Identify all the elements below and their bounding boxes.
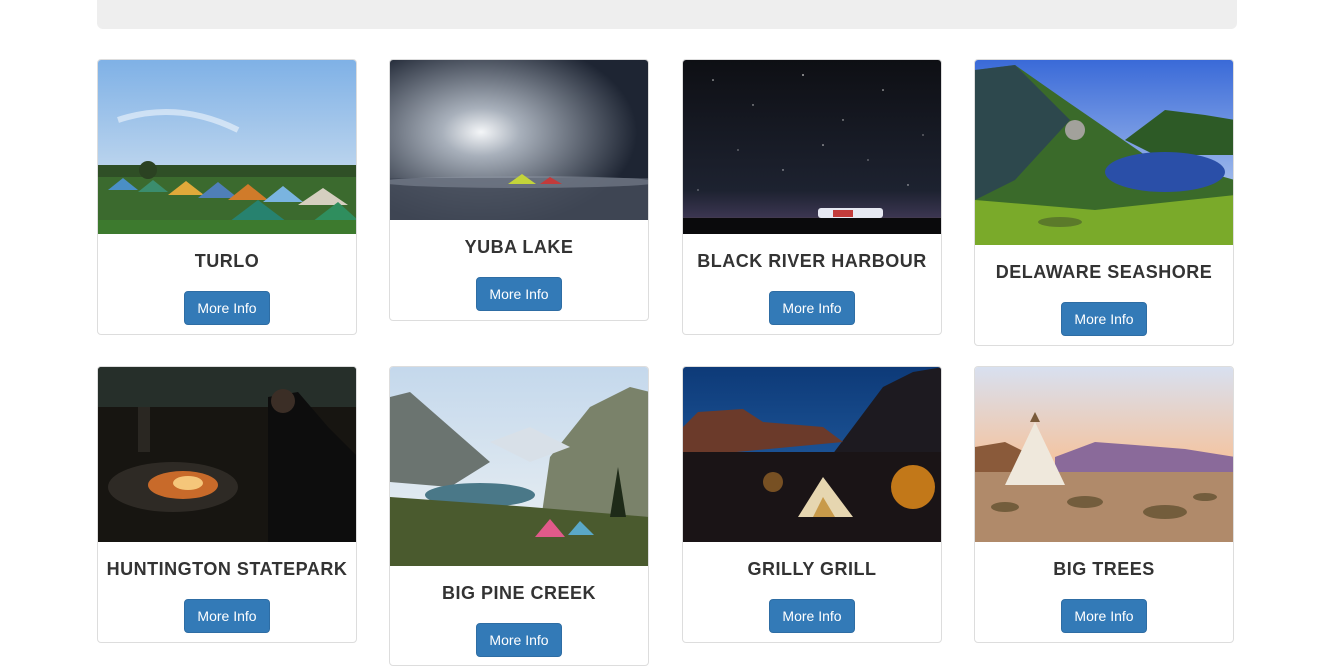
more-info-button[interactable]: More Info — [769, 291, 855, 325]
campground-card: TURLO More Info — [97, 59, 357, 335]
campground-card: YUBA LAKE More Info — [389, 59, 649, 321]
campground-card: BLACK RIVER HARBOUR More Info — [682, 59, 942, 335]
card-caption: BIG PINE CREEK More Info — [390, 566, 648, 657]
jumbotron-header — [97, 0, 1237, 29]
campground-image — [98, 60, 356, 234]
card-title: YUBA LAKE — [464, 237, 574, 257]
campground-card: BIG TREES More Info — [974, 366, 1234, 643]
campground-card: BIG PINE CREEK More Info — [389, 366, 649, 666]
more-info-button[interactable]: More Info — [184, 291, 270, 325]
card-caption: TURLO More Info — [98, 234, 356, 325]
card-caption: GRILLY GRILL More Info — [683, 542, 941, 633]
card-title: BIG TREES — [1053, 559, 1155, 579]
card-title: DELAWARE SEASHORE — [995, 262, 1213, 282]
more-info-button[interactable]: More Info — [769, 599, 855, 633]
card-caption: BLACK RIVER HARBOUR More Info — [683, 234, 941, 325]
card-title: BIG PINE CREEK — [441, 583, 597, 603]
card-title: TURLO — [194, 251, 260, 271]
campground-image — [683, 60, 941, 234]
card-caption: BIG TREES More Info — [975, 542, 1233, 633]
campground-card: DELAWARE SEASHORE More Info — [974, 59, 1234, 346]
campground-image — [683, 367, 941, 542]
card-title: HUNTINGTON STATEPARK — [106, 559, 348, 579]
card-caption: HUNTINGTON STATEPARK More Info — [98, 542, 356, 633]
campground-image — [390, 60, 648, 220]
card-caption: YUBA LAKE More Info — [390, 220, 648, 311]
card-title: BLACK RIVER HARBOUR — [697, 251, 927, 271]
campground-image — [390, 367, 648, 566]
more-info-button[interactable]: More Info — [1061, 599, 1147, 633]
card-caption: DELAWARE SEASHORE More Info — [975, 245, 1233, 336]
campground-card: GRILLY GRILL More Info — [682, 366, 942, 643]
more-info-button[interactable]: More Info — [1061, 302, 1147, 336]
card-title: GRILLY GRILL — [747, 559, 877, 579]
more-info-button[interactable]: More Info — [476, 277, 562, 311]
campground-card: HUNTINGTON STATEPARK More Info — [97, 366, 357, 643]
campground-image — [975, 367, 1233, 542]
campground-image — [975, 60, 1233, 245]
campground-image — [98, 367, 356, 542]
more-info-button[interactable]: More Info — [184, 599, 270, 633]
